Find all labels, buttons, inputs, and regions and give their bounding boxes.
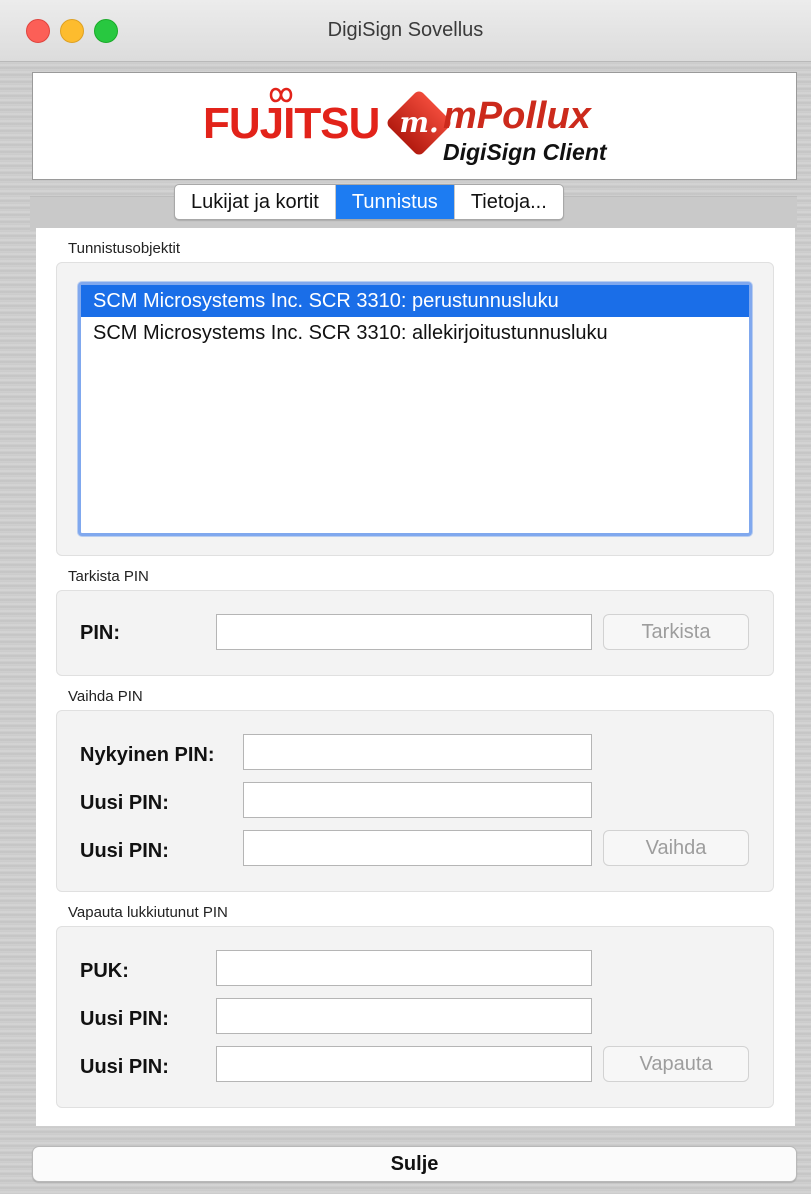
app-window: DigiSign Sovellus FUJITSU m. mPollux Dig… — [0, 0, 811, 1194]
pin-field-label: PIN: — [80, 622, 120, 644]
tab-readers-and-cards[interactable]: Lukijat ja kortit — [175, 185, 336, 219]
puk-label: PUK: — [80, 960, 129, 982]
list-item[interactable]: SCM Microsystems Inc. SCR 3310: perustun… — [81, 285, 749, 317]
current-pin-input[interactable] — [243, 734, 592, 770]
current-pin-label: Nykyinen PIN: — [80, 744, 215, 766]
new-pin-input[interactable] — [243, 782, 592, 818]
list-item[interactable]: SCM Microsystems Inc. SCR 3310: allekirj… — [81, 317, 749, 349]
pin-input[interactable] — [216, 614, 592, 650]
auth-objects-label: Tunnistusobjektit — [68, 240, 181, 257]
unblock-new-pin-input[interactable] — [216, 998, 592, 1034]
logo-letter: m. — [399, 106, 438, 139]
unblock-confirm-pin-input[interactable] — [216, 1046, 592, 1082]
check-pin-label: Tarkista PIN — [68, 568, 149, 585]
change-pin-button[interactable]: Vaihda — [603, 830, 749, 866]
tab-authentication[interactable]: Tunnistus — [335, 185, 455, 219]
check-pin-button[interactable]: Tarkista — [603, 614, 749, 650]
auth-objects-list[interactable]: SCM Microsystems Inc. SCR 3310: perustun… — [78, 282, 752, 536]
puk-input[interactable] — [216, 950, 592, 986]
new-pin-label: Uusi PIN: — [80, 792, 169, 814]
tab-bar: Lukijat ja kortit Tunnistus Tietoja... — [174, 184, 564, 220]
unblock-pin-label: Vapauta lukkiutunut PIN — [68, 904, 228, 921]
unblock-confirm-pin-label: Uusi PIN: — [80, 1056, 169, 1078]
close-button[interactable]: Sulje — [32, 1146, 797, 1182]
tab-about[interactable]: Tietoja... — [455, 185, 563, 219]
product-name: mPollux — [443, 95, 591, 137]
confirm-pin-input[interactable] — [243, 830, 592, 866]
confirm-pin-label: Uusi PIN: — [80, 840, 169, 862]
unblock-new-pin-label: Uusi PIN: — [80, 1008, 169, 1030]
product-subtitle: DigiSign Client — [443, 139, 607, 165]
fujitsu-logo: FUJITSU — [203, 99, 380, 148]
change-pin-label: Vaihda PIN — [68, 688, 143, 705]
window-title: DigiSign Sovellus — [327, 19, 484, 41]
brand-banner: FUJITSU m. mPollux DigiSign Client — [32, 72, 797, 180]
unblock-pin-button[interactable]: Vapauta — [603, 1046, 749, 1082]
title-bar[interactable]: DigiSign Sovellus — [0, 0, 811, 62]
